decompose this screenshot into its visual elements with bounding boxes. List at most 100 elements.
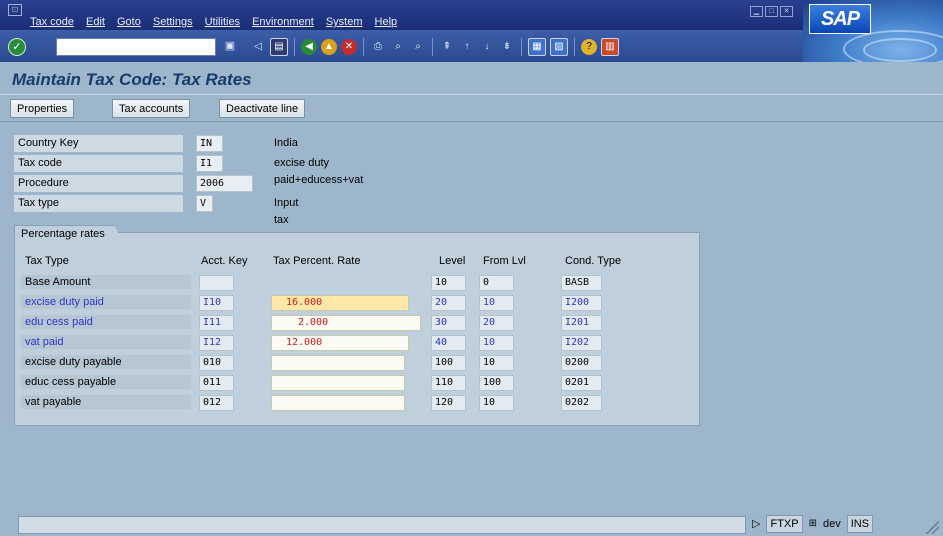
acct-key-cell[interactable]: 010 [199, 355, 234, 371]
col-acct-key: Acct. Key [201, 255, 248, 267]
tax-type-cell: edu cess paid [21, 315, 191, 329]
tax-type-cell: vat paid [21, 335, 191, 349]
cond-type-cell: I201 [561, 315, 602, 331]
level-cell: 110 [431, 375, 466, 391]
menu-tax-code[interactable]: Tax code [30, 16, 74, 28]
maximize-icon[interactable]: □ [765, 6, 778, 17]
menu-edit[interactable]: Edit [86, 16, 105, 28]
last-page-icon[interactable]: ⇟ [499, 39, 515, 55]
help-icon[interactable]: ? [581, 39, 597, 55]
table-row: excise duty paid I10 16.000 20 10 I200 [21, 295, 693, 311]
from-lvl-cell: 10 [479, 395, 514, 411]
deactivate-line-button[interactable]: Deactivate line [219, 99, 306, 118]
procedure-label: Procedure [14, 175, 183, 192]
toolbar-icons: ◁ ▤ ◀ ▲ ✕ ⎙ ⌕ ⌕ ⇞ ↑ ↓ ⇟ ▦ ▧ ? ▥ [250, 38, 623, 56]
table-row: excise duty payable 010 100 10 0200 [21, 355, 693, 371]
previous-page-icon[interactable]: ↑ [459, 39, 475, 55]
menu-bar: ⊡ Tax code Edit Goto Settings Utilities … [0, 0, 943, 30]
level-cell: 40 [431, 335, 466, 351]
rate-input[interactable] [271, 375, 405, 391]
properties-button[interactable]: Properties [10, 99, 75, 118]
expand-status-icon[interactable]: ▷ [752, 516, 760, 532]
tax-type-cell: excise duty paid [21, 295, 191, 309]
create-session-icon[interactable]: ▦ [528, 38, 546, 56]
tax-accounts-button[interactable]: Tax accounts [112, 99, 191, 118]
tax-type-cell: excise duty payable [21, 355, 191, 369]
rate-input[interactable]: 12.000 [271, 335, 409, 351]
status-message-field [18, 516, 746, 534]
resize-grip-icon[interactable] [925, 520, 939, 534]
transaction-code: FTXP [766, 515, 803, 533]
rate-input[interactable]: 2.000 [271, 315, 421, 331]
cond-type-cell: 0201 [561, 375, 602, 391]
page-title: Maintain Tax Code: Tax Rates [12, 70, 252, 89]
command-field[interactable] [56, 38, 216, 56]
procedure-field[interactable]: 2006 [196, 175, 253, 192]
tax-code-desc: excise duty paid+educess+vat [274, 157, 364, 186]
table-row: vat payable 012 120 10 0202 [21, 395, 693, 411]
find-icon[interactable]: ⌕ [390, 39, 406, 55]
server-info-icon[interactable]: ⊞ [809, 516, 817, 532]
level-cell: 10 [431, 275, 466, 291]
back-icon[interactable]: ◀ [301, 39, 317, 55]
application-toolbar: Properties Tax accounts Deactivate line [0, 94, 943, 122]
minimize-icon[interactable]: ▁ [750, 6, 763, 17]
col-level: Level [439, 255, 466, 267]
from-lvl-cell: 0 [479, 275, 514, 291]
tax-type-field[interactable]: V [196, 195, 213, 212]
exit-icon[interactable]: ▲ [321, 39, 337, 55]
first-page-icon[interactable]: ⇞ [439, 39, 455, 55]
menu-help[interactable]: Help [375, 16, 398, 28]
menu-environment[interactable]: Environment [252, 16, 314, 28]
cond-type-cell: I202 [561, 335, 602, 351]
tax-code-field[interactable]: I1 [196, 155, 223, 172]
window-buttons: ▁ □ ✕ [750, 6, 793, 17]
level-cell: 120 [431, 395, 466, 411]
rate-input[interactable] [271, 395, 405, 411]
command-history-icon[interactable]: ▣ [224, 38, 236, 54]
save-icon[interactable]: ▤ [270, 38, 288, 56]
level-cell: 100 [431, 355, 466, 371]
system-info: ▷ FTXP ⊞ dev INS [752, 515, 874, 533]
shortcut-icon[interactable]: ▧ [550, 38, 568, 56]
percentage-rates-group: Percentage rates Tax Type Acct. Key Tax … [14, 232, 700, 426]
menu-settings[interactable]: Settings [153, 16, 193, 28]
menu-goto[interactable]: Goto [117, 16, 141, 28]
tax-type-cell: Base Amount [21, 275, 191, 289]
col-cond-type: Cond. Type [565, 255, 622, 267]
find-next-icon[interactable]: ⌕ [410, 39, 426, 55]
acct-key-cell[interactable]: I12 [199, 335, 234, 351]
acct-key-cell[interactable]: 011 [199, 375, 234, 391]
cancel-icon[interactable]: ✕ [341, 39, 357, 55]
enter-icon[interactable]: ✓ [8, 38, 26, 56]
rate-input[interactable]: 16.000 [271, 295, 409, 311]
print-icon[interactable]: ⎙ [370, 39, 386, 55]
tax-code-label: Tax code [14, 155, 183, 172]
country-key-label: Country Key [14, 135, 183, 152]
table-row: vat paid I12 12.000 40 10 I202 [21, 335, 693, 351]
close-icon[interactable]: ✕ [780, 6, 793, 17]
acct-key-cell[interactable]: 012 [199, 395, 234, 411]
acct-key-cell[interactable]: I10 [199, 295, 234, 311]
menu: Tax code Edit Goto Settings Utilities En… [30, 16, 409, 28]
country-key-desc: India [274, 137, 298, 149]
col-from-lvl: From Lvl [483, 255, 526, 267]
sap-logo: SAP [809, 4, 871, 34]
system-menu-icon[interactable]: ⊡ [8, 4, 22, 16]
acct-key-cell[interactable]: I11 [199, 315, 234, 331]
menu-utilities[interactable]: Utilities [205, 16, 240, 28]
rate-input[interactable] [271, 355, 405, 371]
table-row: Base Amount 10 0 BASB [21, 275, 693, 291]
acct-key-cell[interactable] [199, 275, 234, 291]
col-rate: Tax Percent. Rate [273, 255, 361, 267]
tax-type-desc: Input tax [274, 197, 299, 226]
layout-menu-icon[interactable]: ▥ [601, 38, 619, 56]
group-title: Percentage rates [14, 225, 124, 242]
country-key-field[interactable]: IN [196, 135, 223, 152]
back-arrow-icon[interactable]: ◁ [250, 39, 266, 55]
menu-system[interactable]: System [326, 16, 363, 28]
cond-type-cell: 0200 [561, 355, 602, 371]
tax-type-label: Tax type [14, 195, 183, 212]
next-page-icon[interactable]: ↓ [479, 39, 495, 55]
col-tax-type: Tax Type [25, 255, 69, 267]
